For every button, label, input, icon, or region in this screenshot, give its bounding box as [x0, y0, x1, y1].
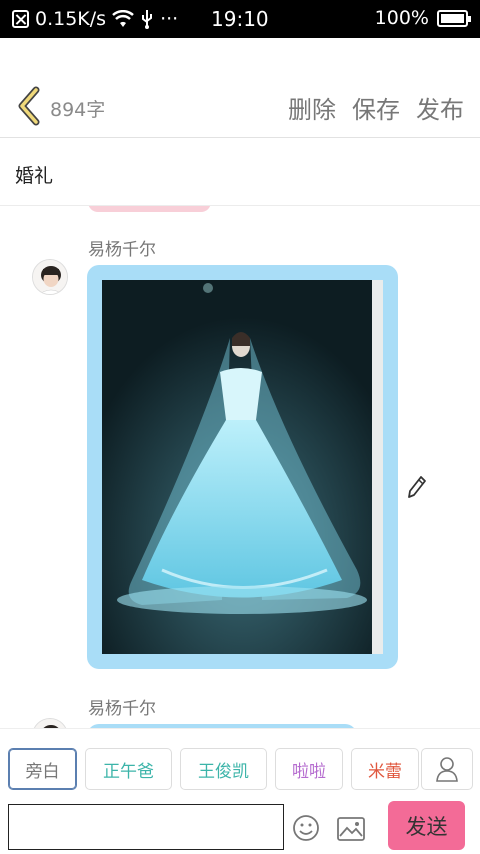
avatar[interactable]	[32, 718, 68, 728]
char-count: 894字	[50, 99, 106, 121]
add-role-button[interactable]	[421, 748, 473, 790]
publish-button[interactable]: 发布	[416, 90, 464, 125]
battery-icon	[437, 9, 471, 27]
author-name: 易杨千尔	[88, 240, 156, 260]
role-selector: 旁白 正午爸 王俊凯 啦啦 米蕾	[0, 728, 480, 798]
edit-icon[interactable]	[407, 475, 427, 499]
role-zhengwuba[interactable]: 正午爸	[85, 748, 172, 790]
wifi-icon	[112, 10, 134, 27]
clock: 19:10	[211, 7, 269, 31]
avatar[interactable]	[32, 259, 68, 295]
role-milei[interactable]: 米蕾	[351, 748, 419, 790]
save-button[interactable]: 保存	[352, 90, 400, 125]
chat-area[interactable]: 易杨千尔 易杨千尔	[0, 206, 480, 728]
story-title: 婚礼	[15, 165, 54, 187]
message-input[interactable]	[8, 804, 284, 850]
battery-level: 100%	[374, 7, 429, 29]
person-icon	[436, 757, 458, 782]
usb-icon	[142, 10, 153, 29]
role-lala[interactable]: 啦啦	[275, 748, 343, 790]
role-wangjunkai[interactable]: 王俊凯	[180, 748, 267, 790]
status-bar: 0.15K/s ··· 19:10 100%	[0, 0, 480, 38]
editor-header: 894字 删除 保存 发布	[0, 38, 480, 138]
network-speed: 0.15K/s	[35, 8, 107, 30]
back-icon[interactable]	[14, 86, 42, 126]
title-row[interactable]: 婚礼	[0, 139, 480, 206]
composer: 发送	[0, 798, 480, 854]
image-icon[interactable]	[336, 816, 366, 842]
image-bubble[interactable]	[87, 265, 398, 669]
author-name: 易杨千尔	[88, 699, 156, 719]
send-button[interactable]: 发送	[388, 801, 465, 850]
emoji-icon[interactable]	[292, 814, 320, 842]
previous-bubble	[88, 206, 211, 212]
role-narrator[interactable]: 旁白	[8, 748, 77, 790]
more-dots: ···	[160, 8, 179, 30]
delete-button[interactable]: 删除	[288, 90, 336, 125]
no-sim-icon	[12, 10, 29, 28]
wedding-dress-photo	[102, 280, 383, 654]
